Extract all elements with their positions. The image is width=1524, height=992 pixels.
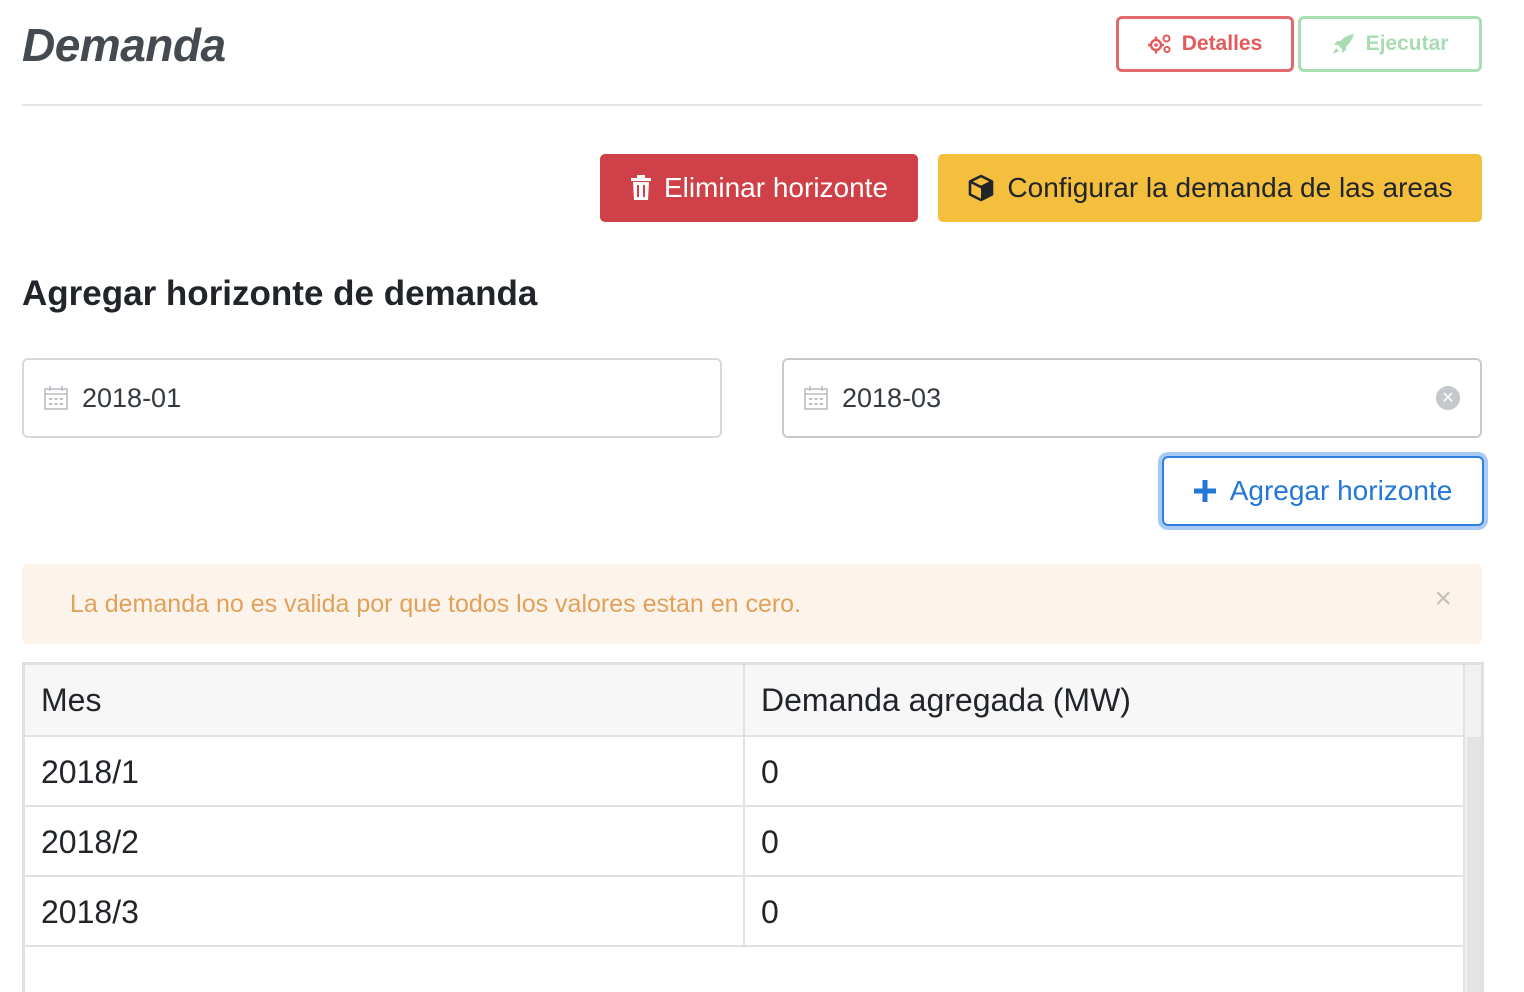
cube-icon (967, 174, 995, 202)
month-cell: 2018/3 (41, 893, 139, 930)
column-header-month[interactable]: Mes (25, 665, 743, 735)
page-title: Demanda (22, 19, 226, 71)
plus-icon (1193, 480, 1216, 502)
add-horizon-button[interactable]: Agregar horizonte (1162, 456, 1484, 526)
clear-circle-icon[interactable]: ✕ (1436, 386, 1460, 410)
start-date-input[interactable]: 2018-01 (22, 358, 722, 438)
warning-alert: La demanda no es valida por que todos lo… (22, 564, 1482, 644)
title-divider (22, 104, 1482, 106)
table-header: Mes Demanda agregada (MW) (25, 665, 1463, 737)
configure-areas-button[interactable]: Configurar la demanda de las areas (938, 154, 1482, 222)
close-icon[interactable]: × (1434, 584, 1452, 614)
trash-icon (630, 175, 652, 201)
month-cell: 2018/2 (41, 823, 139, 860)
scrollbar-thumb[interactable] (1467, 737, 1481, 992)
table-scrollbar[interactable] (1463, 665, 1481, 992)
end-date-value: 2018-03 (842, 382, 942, 413)
alert-message: La demanda no es valida por que todos lo… (70, 589, 802, 618)
run-label: Ejecutar (1365, 32, 1449, 55)
month-cell: 2018/1 (41, 753, 139, 790)
demand-cell[interactable]: 0 (743, 737, 1463, 807)
demand-cell[interactable]: 0 (743, 807, 1463, 877)
table-row: 2018/2 0 (25, 807, 1463, 877)
table-row: 2018/1 0 (25, 737, 1463, 807)
rocket-icon (1332, 33, 1356, 55)
gears-icon (1147, 33, 1172, 55)
table-row: 2018/3 0 (25, 877, 1463, 947)
column-header-demand[interactable]: Demanda agregada (MW) (743, 665, 1463, 735)
configure-areas-label: Configurar la demanda de las areas (1007, 172, 1453, 203)
end-date-input[interactable]: 2018-03 ✕ (782, 358, 1482, 438)
details-button[interactable]: Detalles (1116, 16, 1294, 72)
demand-table: Mes Demanda agregada (MW) 2018/1 0 2018/… (22, 662, 1484, 992)
delete-horizon-button[interactable]: Eliminar horizonte (600, 154, 918, 222)
calendar-icon (804, 386, 828, 410)
add-horizon-title: Agregar horizonte de demanda (22, 274, 538, 313)
add-horizon-label: Agregar horizonte (1229, 475, 1453, 506)
calendar-icon (44, 386, 68, 410)
delete-horizon-label: Eliminar horizonte (663, 172, 889, 203)
details-label: Detalles (1181, 32, 1263, 55)
start-date-value: 2018-01 (82, 382, 182, 413)
run-button[interactable]: Ejecutar (1298, 16, 1482, 72)
demand-cell[interactable]: 0 (743, 877, 1463, 947)
